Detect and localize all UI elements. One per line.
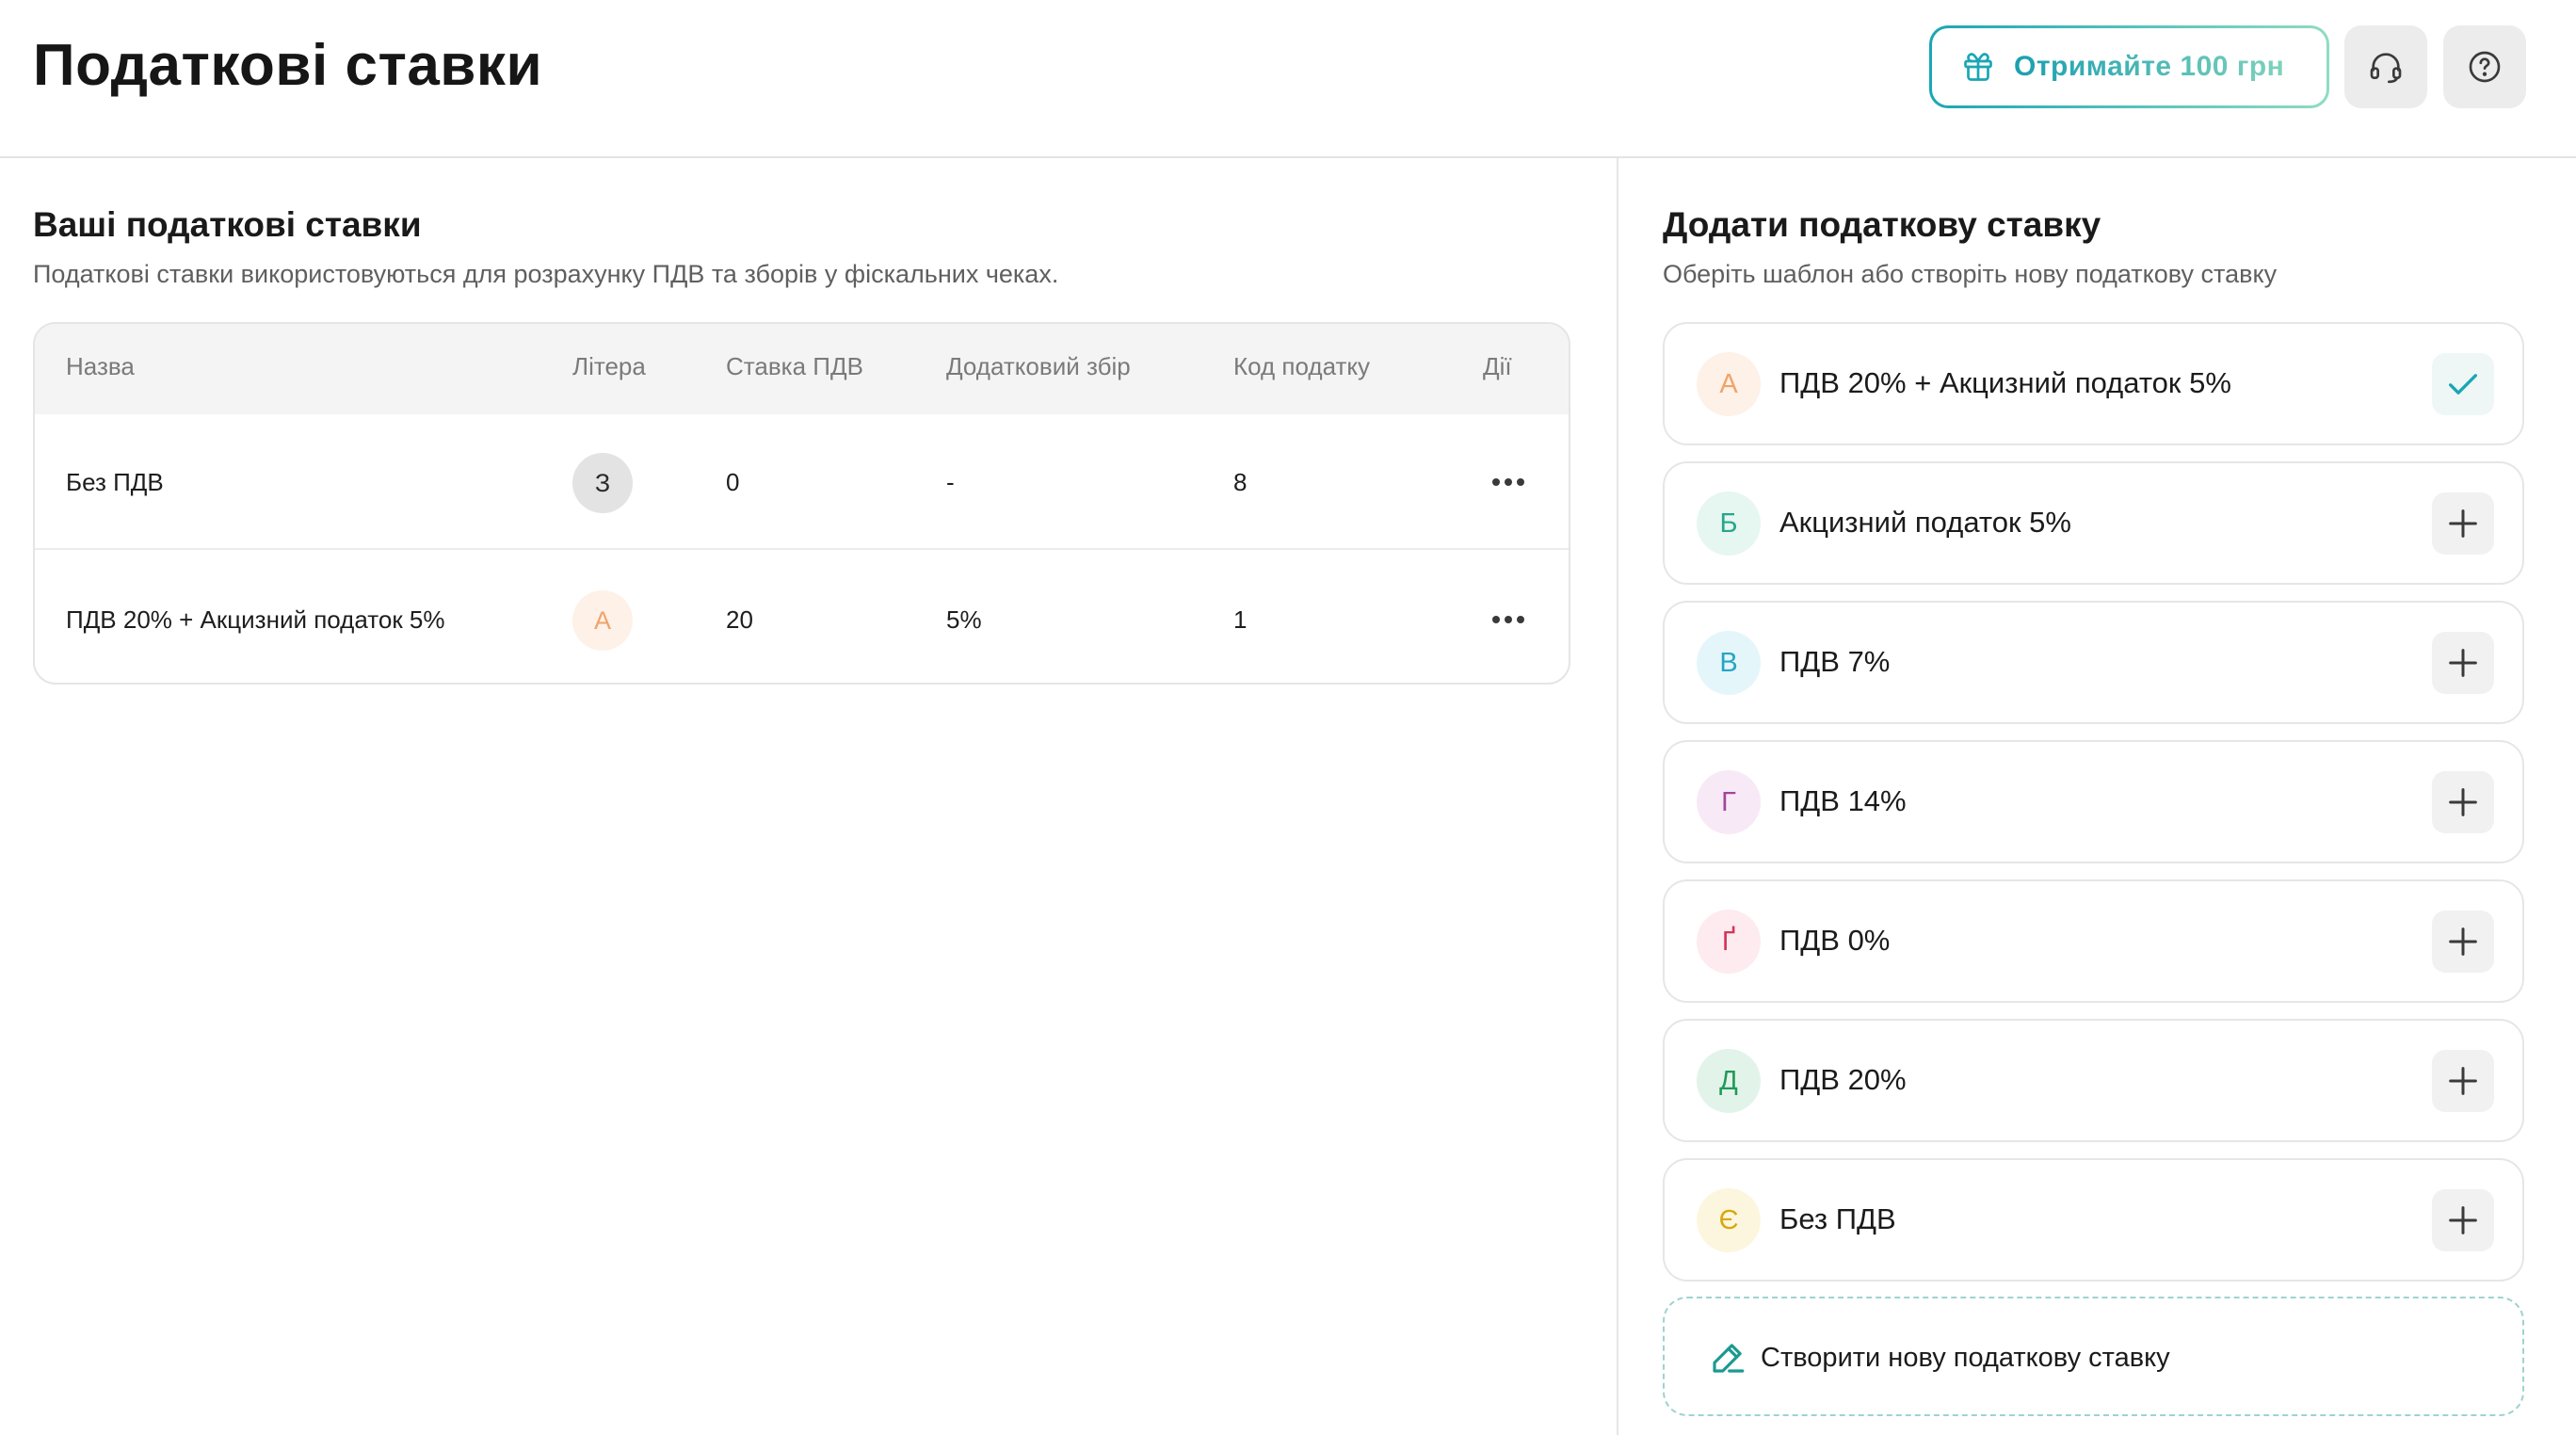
- top-header: Податкові ставки Отримайте 100 грн: [0, 0, 2576, 158]
- template-name: Без ПДВ: [1779, 1202, 1896, 1235]
- template-added-indicator[interactable]: [2432, 353, 2494, 415]
- table-row: Без ПДВ З 0 - 8: [35, 414, 1569, 550]
- template-name: ПДВ 20% + Акцизний податок 5%: [1779, 366, 2231, 399]
- row-extra-fee: -: [946, 468, 955, 496]
- template-item[interactable]: Б Акцизний податок 5%: [1663, 461, 2524, 585]
- gift-icon: [1964, 53, 1992, 81]
- column-header-name: Назва: [66, 352, 135, 380]
- table-header: Назва Літера Ставка ПДВ Додатковий збір …: [35, 324, 1569, 414]
- add-section-subtitle: Оберіть шаблон або створіть нову податко…: [1663, 260, 2278, 288]
- row-vat-rate: 0: [726, 468, 740, 496]
- pen-icon: [1713, 1344, 1745, 1373]
- template-item[interactable]: Ґ ПДВ 0%: [1663, 879, 2524, 1003]
- page-title: Податкові ставки: [33, 33, 543, 98]
- template-item[interactable]: А ПДВ 20% + Акцизний податок 5%: [1663, 322, 2524, 445]
- template-letter: Є: [1697, 1188, 1761, 1252]
- plus-icon: [2449, 649, 2477, 677]
- template-name: ПДВ 0%: [1779, 924, 1891, 957]
- template-name: ПДВ 7%: [1779, 645, 1891, 678]
- table-row: ПДВ 20% + Акцизний податок 5% А 20 5% 1: [35, 552, 1569, 683]
- headset-icon: [2370, 53, 2402, 84]
- referral-promo-button[interactable]: Отримайте 100 грн: [1929, 25, 2329, 108]
- panel-divider: [1617, 158, 1618, 1435]
- add-section-title: Додати податкову ставку: [1663, 205, 2101, 244]
- column-header-extra-fee: Додатковий збір: [946, 352, 1131, 380]
- template-letter: В: [1697, 631, 1761, 695]
- plus-icon: [2449, 1206, 2477, 1234]
- promo-label: Отримайте 100 грн: [2014, 51, 2285, 82]
- template-name: ПДВ 14%: [1779, 784, 1907, 817]
- add-template-button[interactable]: [2432, 1189, 2494, 1251]
- more-horizontal-icon: [1492, 616, 1524, 623]
- template-item[interactable]: Є Без ПДВ: [1663, 1158, 2524, 1282]
- tax-rates-table: Назва Літера Ставка ПДВ Додатковий збір …: [33, 322, 1570, 685]
- row-actions-button[interactable]: [1485, 599, 1532, 640]
- letter-badge: З: [572, 453, 633, 513]
- template-letter: Б: [1697, 492, 1761, 556]
- plus-icon: [2449, 509, 2477, 538]
- rates-section-subtitle: Податкові ставки використовуються для ро…: [33, 260, 1059, 288]
- template-letter: Ґ: [1697, 910, 1761, 974]
- column-header-tax-code: Код податку: [1233, 352, 1371, 380]
- question-circle-icon: [2469, 51, 2501, 83]
- column-header-actions: Дії: [1483, 352, 1512, 380]
- check-icon: [2449, 374, 2477, 395]
- template-item[interactable]: Г ПДВ 14%: [1663, 740, 2524, 863]
- row-extra-fee: 5%: [946, 605, 982, 634]
- plus-icon: [2449, 1067, 2477, 1095]
- more-horizontal-icon: [1492, 478, 1524, 486]
- template-letter: Д: [1697, 1049, 1761, 1113]
- add-template-button[interactable]: [2432, 1050, 2494, 1112]
- help-button[interactable]: [2443, 25, 2526, 108]
- rates-section-title: Ваші податкові ставки: [33, 205, 422, 244]
- letter-badge: А: [572, 590, 633, 651]
- row-vat-rate: 20: [726, 605, 753, 634]
- plus-icon: [2449, 788, 2477, 816]
- template-letter: Г: [1697, 770, 1761, 834]
- column-header-vat-rate: Ставка ПДВ: [726, 352, 863, 380]
- add-template-button[interactable]: [2432, 632, 2494, 694]
- template-name: Акцизний податок 5%: [1779, 506, 2071, 539]
- create-new-rate-button[interactable]: Створити нову податкову ставку: [1663, 1297, 2524, 1416]
- column-header-letter: Літера: [572, 352, 646, 380]
- row-tax-code: 1: [1233, 605, 1248, 634]
- row-actions-button[interactable]: [1485, 461, 1532, 503]
- plus-icon: [2449, 927, 2477, 956]
- row-name: Без ПДВ: [66, 468, 164, 496]
- row-name: ПДВ 20% + Акцизний податок 5%: [66, 605, 445, 634]
- support-button[interactable]: [2344, 25, 2427, 108]
- add-template-button[interactable]: [2432, 771, 2494, 833]
- create-new-rate-label: Створити нову податкову ставку: [1761, 1343, 2170, 1373]
- template-item[interactable]: Д ПДВ 20%: [1663, 1019, 2524, 1142]
- template-letter: А: [1697, 352, 1761, 416]
- add-template-button[interactable]: [2432, 911, 2494, 973]
- template-name: ПДВ 20%: [1779, 1063, 1907, 1096]
- template-item[interactable]: В ПДВ 7%: [1663, 601, 2524, 724]
- row-tax-code: 8: [1233, 468, 1248, 496]
- add-template-button[interactable]: [2432, 492, 2494, 555]
